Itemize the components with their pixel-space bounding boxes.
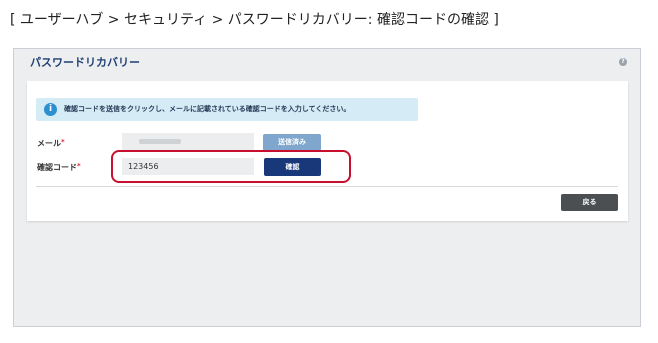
required-mark: * (61, 138, 65, 146)
divider (36, 186, 618, 187)
back-button[interactable]: 戻る (561, 194, 618, 211)
highlight-box (111, 150, 351, 183)
email-label: メール* (37, 138, 65, 148)
masked-email (139, 139, 181, 144)
breadcrumb: [ ユーザーハブ > セキュリティ > パスワードリカバリー: 確認コードの確認… (10, 12, 499, 28)
required-mark: * (77, 162, 81, 170)
page-title: パスワードリカバリー (30, 56, 140, 69)
info-message: 確認コードを送信をクリックし、メールに記載されている確認コードを入力してください… (64, 105, 351, 113)
sent-button[interactable]: 送信済み (263, 134, 321, 151)
email-field (122, 133, 254, 150)
code-label: 確認コード* (37, 162, 81, 172)
info-banner: i 確認コードを送信をクリックし、メールに記載されている確認コードを入力してくだ… (36, 98, 418, 121)
help-icon[interactable]: ? (619, 58, 627, 66)
info-icon: i (44, 103, 57, 116)
